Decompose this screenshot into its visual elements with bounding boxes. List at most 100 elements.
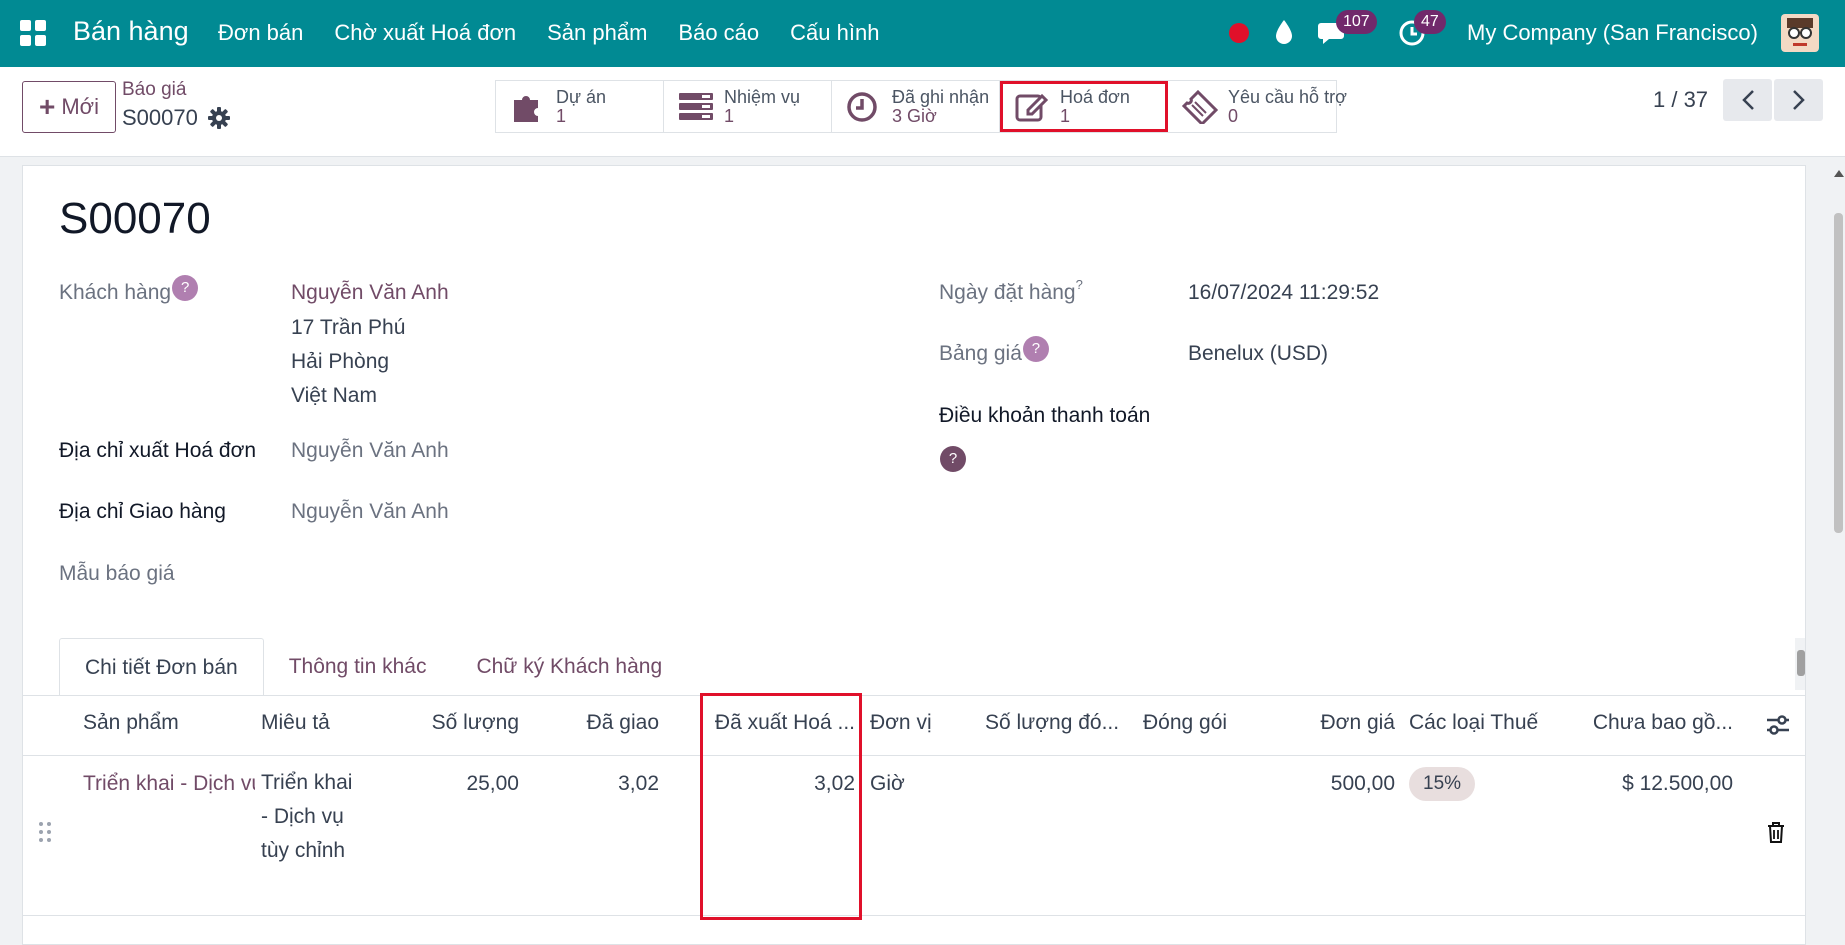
delivery-address-label: Địa chỉ Giao hàng [59, 500, 226, 523]
record-indicator-icon[interactable] [1229, 23, 1249, 43]
menu-item-to-invoice[interactable]: Chờ xuất Hoá đơn [334, 20, 516, 46]
column-header-product[interactable]: Sản phẩm [83, 711, 233, 735]
smart-button-value: 0 [1228, 105, 1239, 126]
smart-button-label: Đã ghi nhận [892, 86, 990, 107]
tab-other-info[interactable]: Thông tin khác [264, 638, 452, 696]
menu-item-reporting[interactable]: Báo cáo [678, 20, 759, 46]
cell-invoiced: 3,02 [814, 772, 855, 795]
ticket-icon [1182, 89, 1218, 124]
company-switcher[interactable]: My Company (San Francisco) [1467, 20, 1758, 46]
cell-quantity[interactable]: 25,00 [383, 772, 519, 796]
cell-uom[interactable]: Giờ [870, 772, 905, 796]
app-brand[interactable]: Bán hàng [73, 16, 189, 47]
order-date-field[interactable]: 16/07/2024 11:29:52 [1188, 281, 1379, 305]
chevron-left-icon [1741, 89, 1755, 111]
notebook-tabs: Chi tiết Đơn bán Thông tin khác Chữ ký K… [59, 636, 687, 696]
help-icon[interactable]: ? [1022, 336, 1049, 362]
order-date-label: Ngày đặt hàng? [939, 277, 1083, 304]
breadcrumb-quotations[interactable]: Báo giá [122, 79, 186, 101]
smart-button-label: Nhiệm vụ [724, 86, 801, 107]
smart-button-label: Dự án [556, 86, 607, 107]
help-icon[interactable]: ? [172, 275, 199, 301]
payment-terms-label: Điều khoản thanh toán [939, 404, 1151, 427]
water-drop-icon[interactable] [1273, 18, 1295, 46]
invoice-edit-icon [1014, 90, 1050, 124]
scroll-up-arrow-icon[interactable] [1834, 170, 1844, 177]
invoice-address-field[interactable]: Nguyễn Văn Anh [291, 439, 449, 463]
cell-unit-price[interactable]: 500,00 [1253, 772, 1395, 796]
order-lines-header: Sản phẩm Miêu tả Số lượng Đã giao Đã xuấ… [23, 696, 1805, 756]
pricelist-label: Bảng giá? [939, 336, 1049, 368]
quotation-template-label: Mẫu báo giá [59, 562, 175, 585]
page-scroll-thumb[interactable] [1834, 213, 1843, 533]
cell-delivered[interactable]: 3,02 [523, 772, 659, 796]
customer-address-line: Hải Phòng [291, 350, 390, 373]
menu-item-orders[interactable]: Đơn bán [218, 20, 303, 46]
smart-button-value: 1 [556, 105, 567, 126]
delivery-address-field[interactable]: Nguyễn Văn Anh [291, 500, 449, 524]
column-settings-icon[interactable] [1765, 713, 1791, 737]
table-row[interactable]: Triển khai - Dịch vụ tùy chỉnh Triển kha… [23, 756, 1805, 916]
column-header-packaging[interactable]: Đóng gói [1143, 711, 1253, 735]
chat-count-badge: 107 [1336, 10, 1377, 34]
pager-value[interactable]: 1 / 37 [1653, 87, 1708, 113]
column-header-delivered[interactable]: Đã giao [523, 711, 659, 735]
cell-subtotal: $ 12.500,00 [1622, 772, 1733, 795]
column-header-description[interactable]: Miêu tả [261, 711, 361, 735]
control-panel: + Mới Báo giá S00070 Dự án 1 Nhiệm vụ 1 Đã… [0, 67, 1845, 157]
customer-label: Khách hàng? [59, 275, 199, 307]
column-header-subtotal[interactable]: Chưa bao gồ... [1583, 711, 1733, 735]
column-header-unit-price[interactable]: Đơn giá [1253, 711, 1395, 735]
smart-button-value: 1 [1060, 105, 1071, 126]
menu-item-products[interactable]: Sản phẩm [547, 20, 647, 46]
smart-button-invoices[interactable]: Hoá đơn 1 [1000, 81, 1168, 132]
gear-icon[interactable] [208, 107, 230, 129]
tab-order-lines[interactable]: Chi tiết Đơn bán [59, 638, 264, 696]
tax-tag[interactable]: 15% [1409, 767, 1476, 801]
new-button[interactable]: + Mới [22, 81, 116, 133]
smart-button-label: Yêu cầu hỗ trợ [1228, 86, 1347, 107]
top-navbar: Bán hàng Đơn bán Chờ xuất Hoá đơn Sản ph… [0, 0, 1845, 67]
tasks-icon [678, 90, 714, 124]
customer-field[interactable]: Nguyễn Văn Anh [291, 281, 449, 305]
column-header-quantity[interactable]: Số lượng [383, 711, 519, 735]
new-button-label: Mới [61, 94, 99, 119]
activity-count-badge: 47 [1414, 10, 1446, 34]
smart-button-value: 1 [724, 105, 735, 126]
column-header-taxes[interactable]: Các loại Thuế [1409, 711, 1559, 735]
invoice-address-label: Địa chỉ xuất Hoá đơn [59, 439, 257, 462]
column-header-invoiced[interactable]: Đã xuất Hoá ... [705, 711, 855, 735]
cell-description[interactable]: Triển khai - Dịch vụ tùy chỉnh [261, 766, 361, 868]
menu-item-configuration[interactable]: Cấu hình [790, 20, 879, 46]
column-header-packaging-qty[interactable]: Số lượng đó... [985, 711, 1125, 735]
trash-icon[interactable] [1765, 820, 1787, 844]
page-title: S00070 [59, 194, 211, 243]
customer-address-line: 17 Trần Phú [291, 316, 406, 339]
smart-button-value: 3 Giờ [892, 105, 937, 126]
tabs-scrollbar[interactable] [1795, 638, 1805, 690]
pricelist-field[interactable]: Benelux (USD) [1188, 342, 1328, 366]
form-sheet: S00070 Khách hàng? Nguyễn Văn Anh 17 Trầ… [22, 165, 1806, 945]
cell-product[interactable]: Triển khai - Dịch vụ tùy chỉnh [83, 772, 255, 796]
smart-buttons: Dự án 1 Nhiệm vụ 1 Đã ghi nhận 3 Giờ Hoá đơ… [495, 80, 1347, 133]
smart-button-tickets[interactable]: Yêu cầu hỗ trợ 0 [1168, 81, 1347, 132]
pager-next-button[interactable] [1774, 79, 1823, 121]
column-header-uom[interactable]: Đơn vị [870, 711, 960, 735]
apps-grid-icon[interactable] [20, 20, 46, 46]
customer-address-line: Việt Nam [291, 384, 377, 407]
puzzle-icon [510, 90, 546, 124]
smart-button-timesheets[interactable]: Đã ghi nhận 3 Giờ [832, 81, 1000, 132]
clock-icon [846, 90, 882, 124]
smart-button-label: Hoá đơn [1060, 86, 1130, 107]
chevron-right-icon [1792, 89, 1806, 111]
breadcrumb-current-record: S00070 [122, 105, 198, 130]
drag-handle-icon[interactable] [37, 820, 53, 844]
smart-button-tasks[interactable]: Nhiệm vụ 1 [664, 81, 832, 132]
tab-customer-signature[interactable]: Chữ ký Khách hàng [451, 638, 687, 696]
main-menu: Đơn bán Chờ xuất Hoá đơn Sản phẩm Báo cá… [218, 20, 910, 46]
user-avatar[interactable] [1781, 14, 1819, 52]
help-icon[interactable]: ? [940, 446, 966, 472]
smart-button-projects[interactable]: Dự án 1 [496, 81, 664, 132]
pager-previous-button[interactable] [1723, 79, 1772, 121]
plus-icon: + [39, 91, 56, 122]
